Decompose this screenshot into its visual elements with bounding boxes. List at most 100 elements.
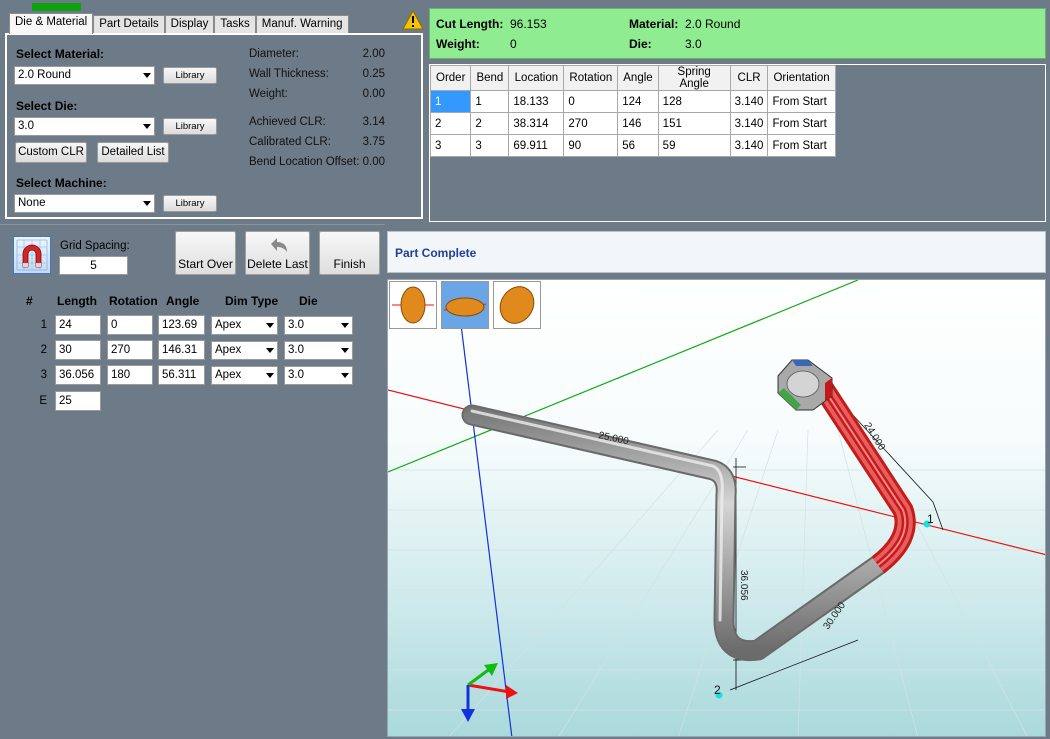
table-cell[interactable]: 270 [563, 112, 619, 135]
end-length-input[interactable]: 25 [55, 391, 101, 411]
header-length: Length [57, 294, 97, 308]
table-cell[interactable]: From Start [767, 112, 836, 135]
prop-diameter-value: 2.00 [362, 48, 385, 60]
table-cell[interactable]: 124 [617, 90, 659, 113]
table-cell[interactable]: 0 [563, 90, 619, 113]
table-cell[interactable]: 3 [470, 134, 510, 157]
col-rotation[interactable]: Rotation [563, 65, 619, 91]
table-cell[interactable]: 56 [617, 134, 659, 157]
table-cell[interactable]: 146 [617, 112, 659, 135]
dim-type-select[interactable]: Apex [211, 316, 278, 335]
finish-label: Finish [333, 257, 366, 271]
die-material-panel: Select Material: 2.0 Round Library Selec… [5, 33, 423, 219]
col-orientation[interactable]: Orientation [767, 65, 836, 91]
header-number: # [26, 294, 33, 308]
prop-diameter-label: Diameter: [249, 48, 299, 60]
length-input[interactable]: 24 [55, 315, 101, 335]
header-angle: Angle [166, 294, 200, 308]
detailed-list-button[interactable]: Detailed List [97, 142, 169, 163]
die-row-value: 3.0 [288, 369, 304, 381]
table-cell[interactable]: 1 [470, 90, 510, 113]
table-cell[interactable]: 128 [657, 90, 731, 113]
tab-die-material[interactable]: Die & Material [9, 13, 94, 34]
finish-button[interactable]: Finish [319, 231, 380, 275]
material-select[interactable]: 2.0 Round [14, 66, 155, 85]
rotation-input[interactable]: 180 [107, 365, 153, 385]
row-number: 2 [40, 344, 47, 356]
table-cell[interactable]: 2 [470, 112, 510, 135]
undo-arrow-icon [271, 238, 287, 252]
col-angle[interactable]: Angle [617, 65, 659, 91]
view-front-button[interactable] [389, 281, 437, 329]
custom-clr-button[interactable]: Custom CLR [15, 142, 87, 163]
segment-editor: Grid Spacing: 5 Start Over Delete Last F… [0, 224, 385, 739]
table-cell[interactable]: 1 [429, 90, 472, 113]
table-row[interactable]: 2 2 38.314 270 146 151 3.140 From Start [429, 112, 836, 135]
angle-input[interactable]: 123.69 [158, 315, 205, 335]
col-spring-angle[interactable]: Spring Angle [657, 65, 731, 91]
chevron-down-icon [341, 348, 349, 353]
summary-material-label: Material: [629, 17, 679, 31]
table-cell[interactable]: From Start [767, 134, 836, 157]
tab-part-details[interactable]: Part Details [93, 15, 165, 34]
magnet-icon [16, 239, 48, 271]
bend-table[interactable]: Order Bend Location Rotation Angle Sprin… [429, 65, 836, 157]
machine-select[interactable]: None [14, 194, 155, 213]
machine-library-button[interactable]: Library [163, 195, 217, 212]
table-cell[interactable]: 38.314 [508, 112, 565, 135]
3d-viewport[interactable]: 25.000 24.000 36.056 30.000 2 1 [387, 279, 1046, 737]
col-clr[interactable]: CLR [729, 65, 769, 91]
chevron-down-icon [143, 201, 151, 206]
angle-input[interactable]: 56.311 [158, 365, 205, 385]
view-iso-button[interactable] [493, 281, 541, 329]
warning-icon[interactable] [402, 10, 424, 30]
rotation-input[interactable]: 270 [107, 340, 153, 360]
part-render[interactable]: 25.000 24.000 36.056 30.000 2 1 [388, 280, 1046, 737]
grid-spacing-input[interactable]: 5 [59, 256, 128, 275]
dim-type-select[interactable]: Apex [211, 366, 278, 385]
die-row-select[interactable]: 3.0 [284, 366, 353, 385]
length-input[interactable]: 36.056 [55, 365, 101, 385]
table-cell[interactable]: 3.140 [729, 90, 769, 113]
start-over-label: Start Over [178, 257, 233, 271]
table-cell[interactable]: 151 [657, 112, 731, 135]
table-row[interactable]: 1 1 18.133 0 124 128 3.140 From Start [429, 90, 836, 113]
delete-last-label: Delete Last [247, 257, 308, 271]
snap-to-grid-button[interactable] [13, 236, 51, 274]
start-over-button[interactable]: Start Over [175, 231, 236, 275]
select-material-label: Select Material: [16, 47, 105, 61]
table-cell[interactable]: 69.911 [508, 134, 565, 157]
angle-input[interactable]: 146.31 [158, 340, 205, 360]
header-die: Die [299, 294, 318, 308]
view-top-button[interactable] [441, 281, 489, 329]
tab-tasks[interactable]: Tasks [214, 15, 256, 34]
col-bend[interactable]: Bend [470, 65, 510, 91]
delete-last-button[interactable]: Delete Last [245, 231, 310, 275]
rotation-input[interactable]: 0 [107, 315, 153, 335]
material-library-button[interactable]: Library [163, 67, 217, 84]
col-location[interactable]: Location [508, 65, 565, 91]
chevron-down-icon [341, 323, 349, 328]
length-input[interactable]: 30 [55, 340, 101, 360]
die-row-select[interactable]: 3.0 [284, 316, 353, 335]
table-cell[interactable]: 2 [429, 112, 472, 135]
col-order[interactable]: Order [429, 65, 472, 91]
die-head[interactable] [777, 359, 833, 411]
die-library-button[interactable]: Library [163, 118, 217, 135]
table-cell[interactable]: 18.133 [508, 90, 565, 113]
table-cell[interactable]: 59 [657, 134, 731, 157]
table-row[interactable]: 3 3 69.911 90 56 59 3.140 From Start [429, 134, 836, 157]
dim-type-select[interactable]: Apex [211, 341, 278, 360]
tab-manuf-warning[interactable]: Manuf. Warning [255, 15, 349, 34]
table-cell[interactable]: 90 [563, 134, 619, 157]
front-view-icon [392, 286, 434, 324]
table-cell[interactable]: From Start [767, 90, 836, 113]
table-cell[interactable]: 3.140 [729, 134, 769, 157]
die-select[interactable]: 3.0 [14, 117, 155, 136]
table-cell[interactable]: 3.140 [729, 112, 769, 135]
header-dim-type: Dim Type [225, 294, 279, 308]
die-row-select[interactable]: 3.0 [284, 341, 353, 360]
tab-display[interactable]: Display [164, 15, 215, 34]
progress-indicator [32, 3, 81, 11]
table-cell[interactable]: 3 [429, 134, 472, 157]
